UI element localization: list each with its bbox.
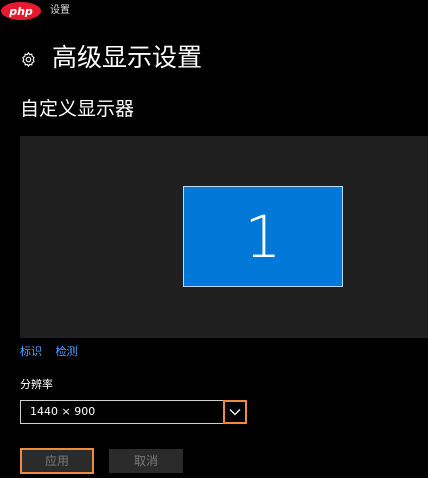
identify-link[interactable]: 标识 bbox=[20, 345, 42, 358]
resolution-label: 分辨率 bbox=[20, 378, 53, 391]
apply-button[interactable]: 应用 bbox=[20, 448, 94, 474]
monitor-1-tile[interactable]: 1 bbox=[183, 186, 343, 287]
display-arrangement-area[interactable]: 1 bbox=[20, 136, 428, 338]
resolution-value: 1440 × 900 bbox=[30, 405, 96, 418]
dropdown-button[interactable] bbox=[223, 400, 247, 424]
detect-link[interactable]: 检测 bbox=[56, 345, 78, 358]
php-logo-icon: php bbox=[1, 2, 41, 20]
title-bar: php 设置 bbox=[0, 0, 428, 26]
gear-icon bbox=[22, 51, 35, 68]
page-title: 高级显示设置 bbox=[52, 43, 203, 72]
display-links: 标识 检测 bbox=[20, 344, 88, 360]
chevron-down-icon bbox=[229, 409, 241, 416]
resolution-select[interactable]: 1440 × 900 bbox=[20, 400, 247, 424]
app-title: 设置 bbox=[50, 5, 70, 16]
monitor-number: 1 bbox=[244, 202, 282, 271]
php-logo-text: php bbox=[8, 5, 33, 18]
section-title: 自定义显示器 bbox=[20, 98, 135, 120]
settings-window: php 设置 高级显示设置 自定义显示器 1 标识 检测 分辨率 1440 × … bbox=[0, 0, 428, 478]
cancel-button[interactable]: 取消 bbox=[109, 449, 183, 473]
